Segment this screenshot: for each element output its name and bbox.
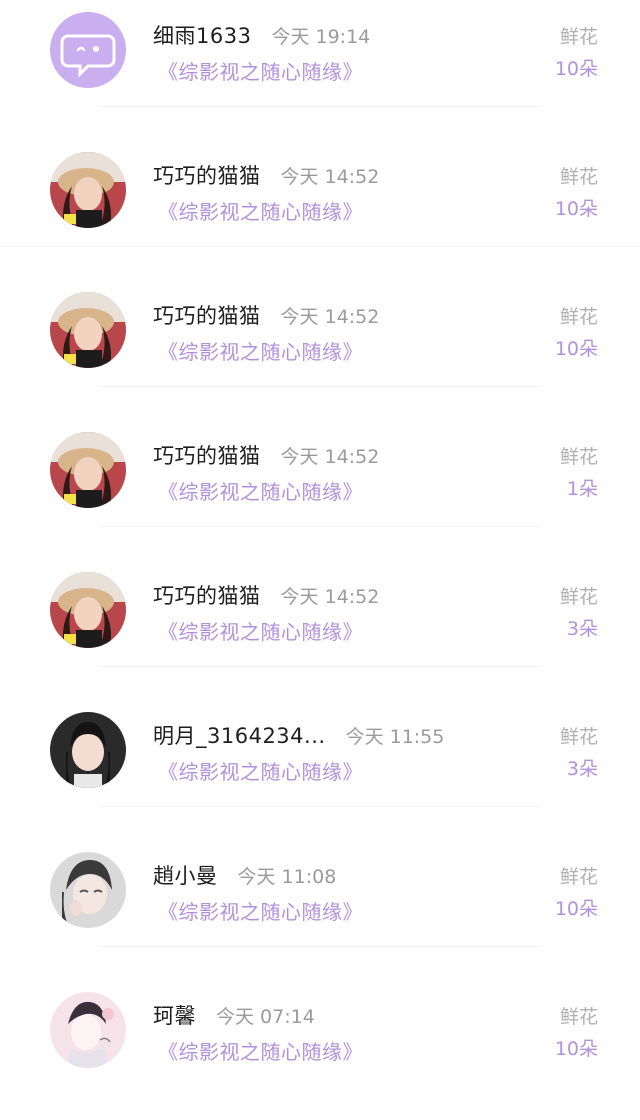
- avatar[interactable]: [50, 852, 126, 928]
- list-item[interactable]: 趙小曼 今天 11:08 《综影视之随心随缘》 鲜花 10朵: [0, 840, 640, 980]
- gift-type-label: 鲜花: [559, 166, 598, 188]
- divider: [100, 806, 540, 807]
- list-item[interactable]: 巧巧的猫猫 今天 14:52 《综影视之随心随缘》 鲜花 10朵: [0, 140, 640, 280]
- timestamp: 今天 19:14: [271, 26, 371, 48]
- divider: [100, 386, 540, 387]
- divider: [100, 526, 540, 527]
- divider: [100, 106, 540, 107]
- gift-count: 10朵: [554, 58, 598, 80]
- avatar[interactable]: [50, 432, 126, 508]
- timestamp: 今天 14:52: [280, 166, 380, 188]
- avatar[interactable]: [50, 152, 126, 228]
- user-photo: [50, 152, 126, 228]
- user-photo: [50, 432, 126, 508]
- work-title-link[interactable]: 《综影视之随心随缘》: [158, 1036, 363, 1065]
- gift-type-label: 鲜花: [559, 586, 598, 608]
- user-photo: [50, 572, 126, 648]
- gift-count: 10朵: [554, 338, 598, 360]
- user-name[interactable]: 巧巧的猫猫: [153, 160, 261, 190]
- user-name[interactable]: 珂馨: [153, 1000, 196, 1030]
- divider: [0, 246, 640, 247]
- user-name[interactable]: 巧巧的猫猫: [153, 300, 261, 330]
- divider: [100, 946, 540, 947]
- work-title-link[interactable]: 《综影视之随心随缘》: [158, 56, 363, 85]
- gift-type-label: 鲜花: [559, 866, 598, 888]
- gift-count: 10朵: [554, 1038, 598, 1060]
- list-item[interactable]: 珂馨 今天 07:14 《综影视之随心随缘》 鲜花 10朵: [0, 980, 640, 1120]
- gift-count: 10朵: [554, 898, 598, 920]
- list-item[interactable]: 巧巧的猫猫 今天 14:52 《综影视之随心随缘》 鲜花 10朵: [0, 280, 640, 420]
- user-photo: [50, 712, 126, 788]
- illustration: [50, 992, 126, 1068]
- work-title-link[interactable]: 《综影视之随心随缘》: [158, 756, 363, 785]
- gift-count: 3朵: [566, 618, 598, 640]
- user-name[interactable]: 趙小曼: [153, 860, 218, 890]
- timestamp: 今天 11:08: [237, 866, 337, 888]
- timestamp: 今天 14:52: [280, 446, 380, 468]
- gift-type-label: 鲜花: [559, 306, 598, 328]
- user-photo: [50, 292, 126, 368]
- user-photo: [50, 852, 126, 928]
- gift-record-list: 细雨1633 今天 19:14 《综影视之随心随缘》 鲜花 10朵 巧巧的猫猫 …: [0, 0, 640, 1079]
- user-name[interactable]: 明月_3164234...: [153, 720, 326, 750]
- timestamp: 今天 11:55: [345, 726, 445, 748]
- list-item[interactable]: 巧巧的猫猫 今天 14:52 《综影视之随心随缘》 鲜花 3朵: [0, 560, 640, 700]
- gift-type-label: 鲜花: [559, 446, 598, 468]
- avatar[interactable]: [50, 572, 126, 648]
- gift-type-label: 鲜花: [559, 26, 598, 48]
- list-item[interactable]: 细雨1633 今天 19:14 《综影视之随心随缘》 鲜花 10朵: [0, 0, 640, 140]
- message-bubble-icon: [50, 12, 126, 88]
- gift-type-label: 鲜花: [559, 1006, 598, 1028]
- timestamp: 今天 14:52: [280, 306, 380, 328]
- avatar[interactable]: [50, 292, 126, 368]
- work-title-link[interactable]: 《综影视之随心随缘》: [158, 896, 363, 925]
- work-title-link[interactable]: 《综影视之随心随缘》: [158, 616, 363, 645]
- gift-type-label: 鲜花: [559, 726, 598, 748]
- gift-count: 3朵: [566, 758, 598, 780]
- timestamp: 今天 07:14: [216, 1006, 315, 1028]
- user-name[interactable]: 巧巧的猫猫: [153, 440, 261, 470]
- work-title-link[interactable]: 《综影视之随心随缘》: [158, 336, 363, 365]
- gift-count: 10朵: [554, 198, 598, 220]
- list-item[interactable]: 巧巧的猫猫 今天 14:52 《综影视之随心随缘》 鲜花 1朵: [0, 420, 640, 560]
- avatar[interactable]: [50, 712, 126, 788]
- gift-count: 1朵: [566, 478, 598, 500]
- user-name[interactable]: 细雨1633: [153, 20, 251, 50]
- user-name[interactable]: 巧巧的猫猫: [153, 580, 261, 610]
- avatar[interactable]: [50, 992, 126, 1068]
- timestamp: 今天 14:52: [280, 586, 380, 608]
- avatar[interactable]: [50, 12, 126, 88]
- work-title-link[interactable]: 《综影视之随心随缘》: [158, 196, 363, 225]
- work-title-link[interactable]: 《综影视之随心随缘》: [158, 476, 363, 505]
- list-item[interactable]: 明月_3164234... 今天 11:55 《综影视之随心随缘》 鲜花 3朵: [0, 700, 640, 840]
- divider: [100, 666, 540, 667]
